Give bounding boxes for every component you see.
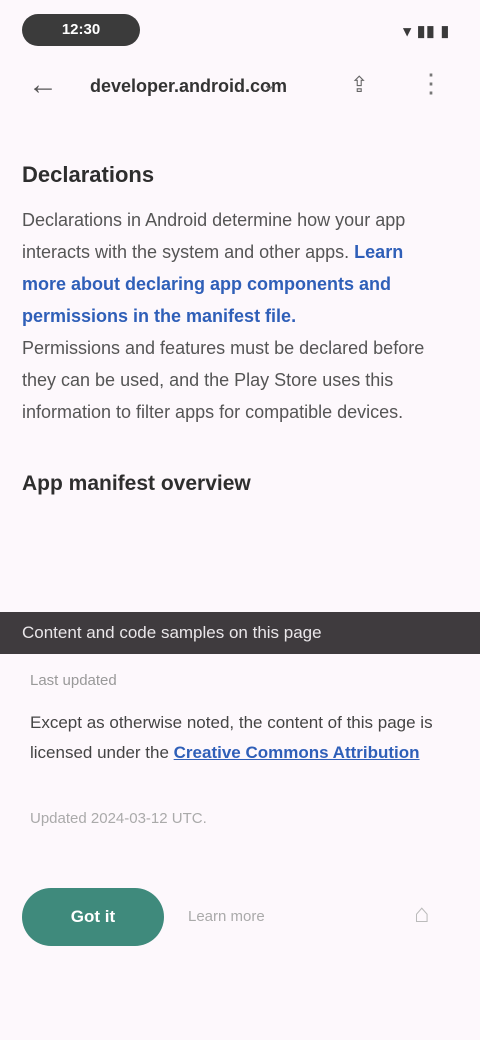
url-text[interactable]: developer.android.com bbox=[90, 76, 287, 97]
page-heading: Declarations bbox=[22, 162, 155, 187]
intro-paragraph: Declarations in Android determine how yo… bbox=[22, 204, 444, 332]
permissions-paragraph: Permissions and features must be declare… bbox=[22, 338, 425, 422]
status-bar: 12:30 ▾ ▮▮ ▮ bbox=[0, 0, 480, 60]
got-it-button[interactable]: Got it bbox=[22, 888, 164, 946]
share-icon[interactable]: ⇪ bbox=[350, 72, 368, 98]
license-text: Except as otherwise noted, the content o… bbox=[30, 708, 450, 768]
license-link[interactable]: Creative Commons Attribution bbox=[174, 743, 420, 762]
learn-more-link[interactable]: Learn more bbox=[188, 908, 265, 925]
content-banner: Content and code samples on this page bbox=[0, 612, 480, 654]
back-arrow-icon[interactable]: ← bbox=[28, 68, 58, 102]
browser-toolbar: ← developer.android.com ⌄ ⇪ ⋮ bbox=[0, 60, 480, 112]
status-time: 12:30 bbox=[22, 14, 140, 46]
main-content: Declarations Declarations in Android det… bbox=[22, 162, 444, 496]
card-caption: Last updated bbox=[30, 672, 117, 689]
chevron-down-icon[interactable]: ⌄ bbox=[262, 74, 277, 95]
intro-text: Declarations in Android determine how yo… bbox=[22, 210, 406, 262]
status-icons: ▾ ▮▮ ▮ bbox=[403, 23, 450, 40]
home-icon[interactable]: ⌂ bbox=[414, 898, 430, 929]
section-title: App manifest overview bbox=[22, 472, 251, 495]
more-vert-icon[interactable]: ⋮ bbox=[418, 68, 444, 99]
updated-meta: Updated 2024-03-12 UTC. bbox=[30, 810, 207, 827]
